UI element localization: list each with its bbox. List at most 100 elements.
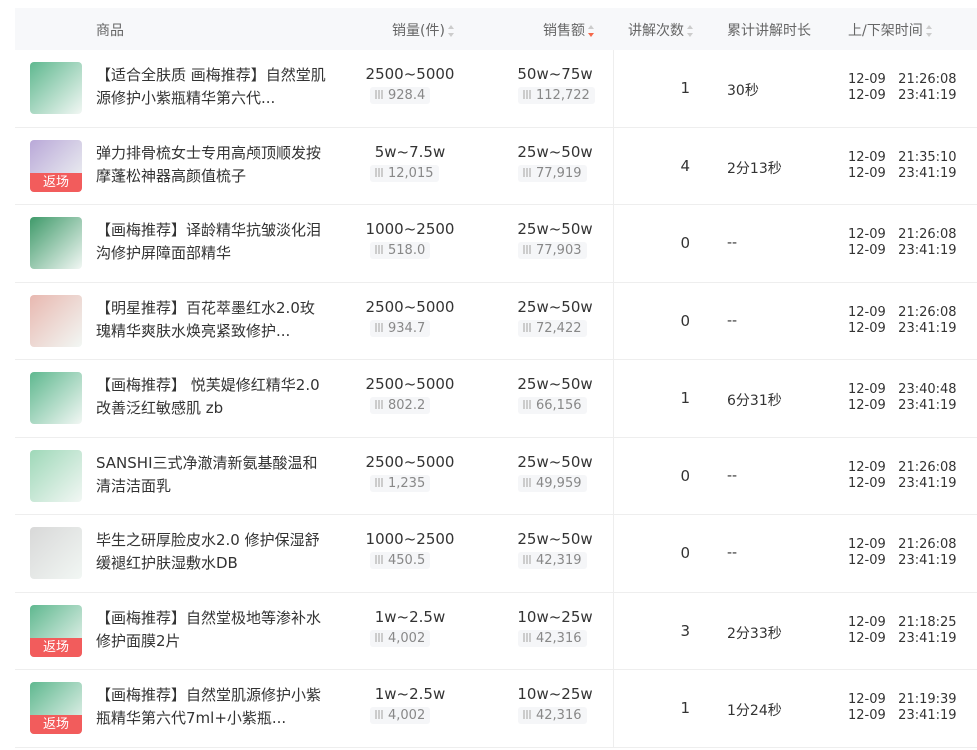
product-name[interactable]: 【画梅推荐】自然堂肌源修护小紫瓶精华第六代7ml+小紫瓶... (96, 684, 326, 730)
qty-value-text: 1,235 (388, 475, 426, 491)
sort-icon[interactable] (925, 25, 932, 37)
product-thumbnail[interactable] (30, 527, 82, 579)
product-name[interactable]: 弹力排骨梳女士专用高颅顶顺发按摩蓬松神器高颜值梳子 (96, 142, 326, 188)
bar-chart-icon (523, 555, 532, 564)
product-thumbnail[interactable]: 返场 (30, 139, 82, 192)
on-shelf-time: 12-09 23:40:48 (848, 382, 957, 397)
header-duration: 累计讲解时长 (727, 23, 811, 39)
column-divider (613, 592, 614, 669)
explain-count: 0 (680, 544, 690, 562)
header-time-label: 上/下架时间 (848, 23, 923, 39)
product-thumbnail[interactable] (30, 372, 82, 424)
product-name[interactable]: 【画梅推荐】译龄精华抗皱淡化泪沟修护屏障面部精华 (96, 219, 326, 265)
bar-chart-icon (375, 400, 384, 409)
table-row[interactable]: 【画梅推荐】译龄精华抗皱淡化泪沟修护屏障面部精华 1000~2500 518.0… (15, 205, 977, 283)
amount-range: 10w~25w (517, 685, 593, 703)
header-qty[interactable]: 销量(件) (392, 20, 454, 40)
explain-count: 1 (680, 389, 690, 407)
amount-range: 25w~50w (517, 452, 593, 471)
product-name[interactable]: 【明星推荐】百花萃墨红水2.0玫瑰精华爽肤水焕亮紧致修护... (96, 297, 326, 343)
replay-badge: 返场 (30, 715, 82, 734)
explain-count: 4 (680, 156, 690, 175)
explain-duration: -- (727, 467, 738, 484)
amount-value-text: 112,722 (536, 88, 590, 103)
off-shelf-time: 12-09 23:41:19 (848, 398, 957, 413)
header-qty-label: 销量(件) (392, 23, 445, 39)
product-thumbnail[interactable] (30, 449, 82, 502)
table-row[interactable]: 【画梅推荐】 悦芙媞修红精华2.0改善泛红敏感肌 zb 2500~5000 80… (15, 360, 977, 438)
qty-value: 4,002 (370, 707, 431, 724)
qty-range: 1w~2.5w (374, 607, 446, 626)
table-row[interactable]: 返场 弹力排骨梳女士专用高颅顶顺发按摩蓬松神器高颜值梳子 5w~7.5w 12,… (15, 127, 977, 205)
qty-range: 2500~5000 (365, 297, 455, 316)
sort-icon[interactable] (447, 25, 454, 37)
qty-value: 450.5 (370, 552, 431, 569)
amount-value-text: 42,316 (536, 708, 582, 723)
amount-value: 77,919 (518, 164, 587, 182)
table-row[interactable]: 【适合全肤质 画梅推荐】自然堂肌源修护小紫瓶精华第六代... 2500~5000… (15, 50, 977, 128)
table-row[interactable]: SANSHI三式净澈清新氨基酸温和清洁洁面乳 2500~5000 1,235 2… (15, 437, 977, 515)
qty-value: 928.4 (370, 87, 431, 104)
bar-chart-icon (523, 245, 532, 254)
product-name[interactable]: 毕生之研厚脸皮水2.0 修护保湿舒缓褪红护肤湿敷水DB (96, 529, 326, 575)
header-amount[interactable]: 销售额 (543, 20, 594, 40)
amount-range: 25w~50w (517, 375, 593, 393)
product-thumbnail[interactable]: 返场 (30, 604, 82, 657)
product-name[interactable]: 【适合全肤质 画梅推荐】自然堂肌源修护小紫瓶精华第六代... (96, 64, 326, 110)
off-shelf-time: 12-09 23:41:19 (848, 88, 957, 103)
bar-chart-icon (375, 167, 384, 177)
shelf-times: 12-09 23:40:48 12-09 23:41:19 (848, 382, 957, 414)
bar-chart-icon (375, 710, 384, 719)
qty-value-text: 928.4 (388, 88, 426, 103)
amount-value-text: 42,316 (536, 630, 582, 646)
table-row[interactable]: 返场 【画梅推荐】自然堂极地等渗补水修护面膜2片 1w~2.5w 4,002 1… (15, 592, 977, 670)
table-row[interactable]: 返场 【画梅推荐】自然堂肌源修护小紫瓶精华第六代7ml+小紫瓶... 1w~2.… (15, 670, 977, 748)
header-count[interactable]: 讲解次数 (628, 20, 693, 40)
column-divider (613, 437, 614, 514)
product-name[interactable]: 【画梅推荐】自然堂极地等渗补水修护面膜2片 (96, 607, 326, 653)
product-thumbnail[interactable] (30, 62, 82, 114)
amount-value: 112,722 (518, 87, 595, 104)
product-thumbnail[interactable]: 返场 (30, 682, 82, 734)
bar-chart-icon (375, 322, 384, 332)
column-divider (613, 205, 614, 282)
product-thumbnail[interactable] (30, 294, 82, 347)
column-divider (613, 50, 614, 127)
on-shelf-time: 12-09 21:26:08 (848, 72, 957, 87)
shelf-times: 12-09 21:26:08 12-09 23:41:19 (848, 72, 957, 104)
amount-value: 42,319 (518, 552, 587, 569)
off-shelf-time: 12-09 23:41:19 (848, 243, 957, 258)
amount-value-text: 49,959 (536, 475, 582, 491)
sort-icon[interactable] (687, 25, 693, 37)
qty-value: 802.2 (370, 397, 431, 414)
shelf-times: 12-09 21:26:08 12-09 23:41:19 (848, 460, 957, 492)
shelf-times: 12-09 21:35:10 12-09 23:41:19 (848, 150, 957, 182)
amount-value: 77,903 (518, 242, 587, 259)
product-name[interactable]: 【画梅推荐】 悦芙媞修红精华2.0改善泛红敏感肌 zb (96, 374, 326, 420)
qty-value: 934.7 (370, 319, 431, 337)
explain-count: 1 (680, 699, 690, 717)
amount-range: 50w~75w (517, 65, 593, 83)
bar-chart-icon (375, 477, 384, 487)
table-row[interactable]: 【明星推荐】百花萃墨红水2.0玫瑰精华爽肤水焕亮紧致修护... 2500~500… (15, 282, 977, 360)
amount-value: 42,316 (518, 629, 587, 647)
replay-badge: 返场 (30, 637, 82, 657)
explain-duration: -- (727, 545, 738, 561)
bar-chart-icon (375, 90, 384, 99)
column-divider (613, 515, 614, 592)
bar-chart-icon (375, 632, 384, 642)
amount-range: 10w~25w (517, 607, 593, 626)
replay-badge: 返场 (30, 172, 82, 192)
column-divider (613, 127, 614, 204)
product-thumbnail[interactable] (30, 217, 82, 269)
product-name[interactable]: SANSHI三式净澈清新氨基酸温和清洁洁面乳 (96, 452, 326, 498)
amount-range: 25w~50w (517, 220, 593, 238)
amount-value-text: 77,919 (536, 165, 582, 181)
explain-count: 3 (680, 621, 690, 640)
sort-desc-icon[interactable] (588, 25, 594, 37)
off-shelf-time: 12-09 23:41:19 (848, 553, 957, 568)
table-row[interactable]: 毕生之研厚脸皮水2.0 修护保湿舒缓褪红护肤湿敷水DB 1000~2500 45… (15, 515, 977, 593)
product-table: 商品 销量(件) 销售额 讲解次数 累计讲解时长 上/下架时间 【适合全肤质 画… (15, 8, 977, 748)
shelf-times: 12-09 21:26:08 12-09 23:41:19 (848, 305, 957, 337)
header-time[interactable]: 上/下架时间 (848, 20, 932, 40)
